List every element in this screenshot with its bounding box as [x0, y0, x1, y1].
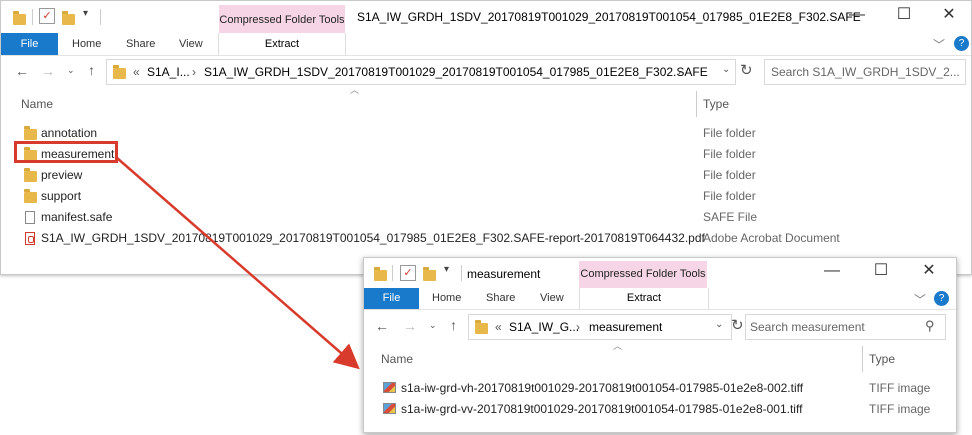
annotation-arrow — [116, 157, 360, 370]
arrow-line — [116, 157, 360, 370]
